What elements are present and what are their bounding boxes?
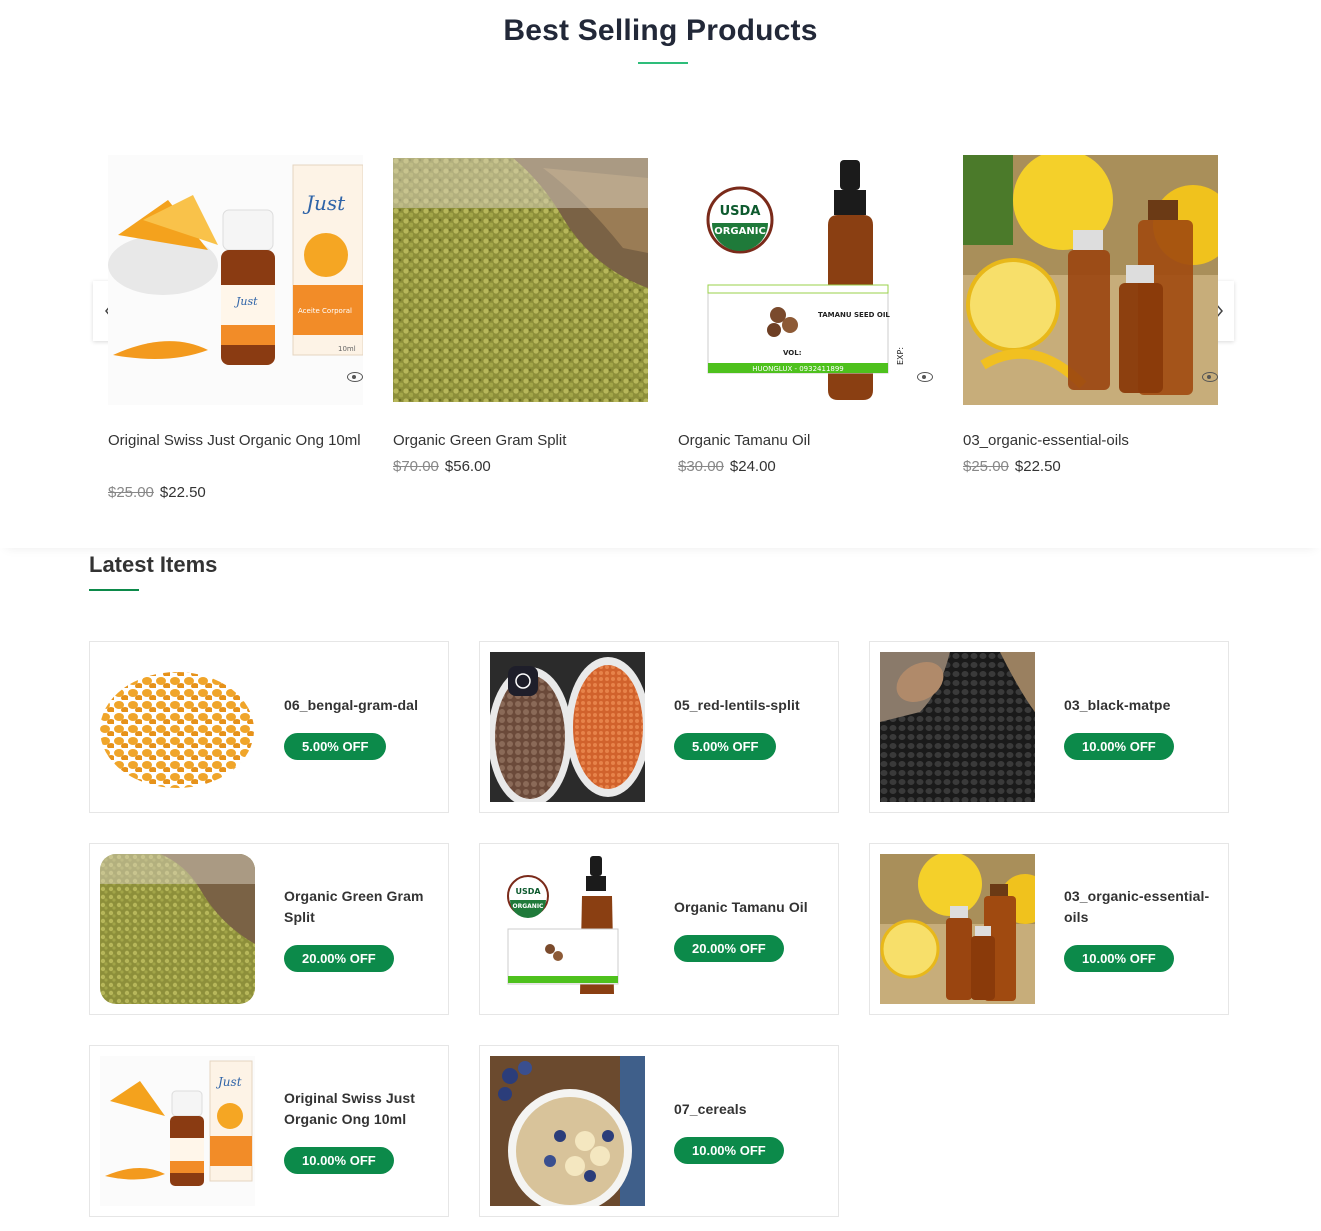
best-selling-section: Best Selling Products Just Aceite Corpor… bbox=[0, 0, 1321, 548]
svg-text:Just: Just bbox=[215, 1075, 242, 1089]
product-image-essential-oils[interactable] bbox=[963, 155, 1218, 405]
old-price: $70.00 bbox=[393, 458, 439, 475]
product-price: $70.00 $56.00 bbox=[393, 458, 648, 475]
latest-item-card[interactable]: Just Original Swiss Just Organic Ong 10m… bbox=[89, 1045, 449, 1217]
latest-item-card[interactable]: 07_cereals 10.00% OFF bbox=[479, 1045, 839, 1217]
old-price: $25.00 bbox=[108, 484, 154, 501]
sale-price: $56.00 bbox=[444, 458, 491, 475]
item-image-essential-oils[interactable] bbox=[880, 854, 1035, 1004]
latest-item-card[interactable]: 03_organic-essential-oils 10.00% OFF bbox=[869, 843, 1229, 1015]
item-name[interactable]: 06_bengal-gram-dal bbox=[284, 695, 439, 716]
item-info: 03_organic-essential-oils 10.00% OFF bbox=[1064, 844, 1219, 1014]
product-name[interactable]: Organic Green Gram Split bbox=[393, 428, 648, 454]
svg-text:10ml: 10ml bbox=[338, 345, 356, 353]
svg-text:TAMANU SEED OIL: TAMANU SEED OIL bbox=[818, 311, 890, 319]
title-underline bbox=[638, 62, 688, 64]
discount-badge: 10.00% OFF bbox=[284, 1147, 394, 1174]
item-name[interactable]: 07_cereals bbox=[674, 1099, 829, 1120]
quick-view-icon[interactable] bbox=[917, 372, 933, 382]
svg-text:VOL:: VOL: bbox=[783, 349, 802, 357]
item-image-cereals[interactable] bbox=[490, 1056, 645, 1206]
discount-badge: 20.00% OFF bbox=[674, 934, 784, 962]
item-image-green-gram[interactable] bbox=[100, 854, 255, 1004]
sale-price: $22.50 bbox=[159, 484, 206, 501]
product-image-just-oil[interactable]: Just Aceite Corporal 10ml Just bbox=[108, 155, 363, 405]
svg-text:USDA: USDA bbox=[515, 887, 541, 896]
product-name[interactable]: Original Swiss Just Organic Ong 10ml bbox=[108, 428, 363, 454]
discount-badge: 10.00% OFF bbox=[674, 1136, 784, 1164]
item-info: Organic Green Gram Split 20.00% OFF bbox=[284, 844, 439, 1014]
product-price: $25.00 $22.50 bbox=[108, 484, 363, 501]
item-info: 05_red-lentils-split 5.00% OFF bbox=[674, 642, 829, 812]
discount-badge: 20.00% OFF bbox=[284, 945, 394, 972]
item-info: 03_black-matpe 10.00% OFF bbox=[1064, 642, 1219, 812]
item-name[interactable]: Original Swiss Just Organic Ong 10ml bbox=[284, 1088, 439, 1130]
discount-badge: 5.00% OFF bbox=[674, 732, 777, 760]
item-name[interactable]: Organic Green Gram Split bbox=[284, 886, 439, 928]
svg-text:ORGANIC: ORGANIC bbox=[714, 226, 766, 237]
svg-text:HUONGLUX - 0932411899: HUONGLUX - 0932411899 bbox=[752, 365, 844, 373]
svg-text:EXP:: EXP: bbox=[896, 347, 905, 365]
svg-text:Just: Just bbox=[302, 191, 346, 215]
item-image-bengal-gram[interactable] bbox=[100, 652, 255, 802]
product-image-tamanu-oil[interactable]: USDA ORGANIC HUONGLUX - 0932411899 TAMAN… bbox=[678, 155, 933, 405]
discount-badge: 10.00% OFF bbox=[1064, 945, 1174, 972]
best-selling-title: Best Selling Products bbox=[503, 14, 818, 47]
item-info: 06_bengal-gram-dal 5.00% OFF bbox=[284, 642, 439, 812]
latest-item-card[interactable]: USDA ORGANIC Organic Tamanu Oil 20.00% O… bbox=[479, 843, 839, 1015]
item-image-black-matpe[interactable] bbox=[880, 652, 1035, 802]
item-image-just-oil[interactable]: Just bbox=[100, 1056, 255, 1206]
product-name[interactable]: Organic Tamanu Oil bbox=[678, 428, 933, 454]
product-name[interactable]: 03_organic-essential-oils bbox=[963, 428, 1218, 454]
discount-badge: 10.00% OFF bbox=[1064, 732, 1174, 760]
item-name[interactable]: 03_black-matpe bbox=[1064, 695, 1219, 716]
product-carousel: Just Aceite Corporal 10ml Just Original … bbox=[108, 150, 1218, 520]
svg-text:Just: Just bbox=[234, 295, 258, 308]
product-price: $25.00 $22.50 bbox=[963, 458, 1218, 475]
item-info: Organic Tamanu Oil 20.00% OFF bbox=[674, 844, 829, 1014]
latest-item-card[interactable]: 06_bengal-gram-dal 5.00% OFF bbox=[89, 641, 449, 813]
product-image-green-gram[interactable] bbox=[393, 158, 648, 402]
item-name[interactable]: Organic Tamanu Oil bbox=[674, 897, 829, 918]
item-info: Original Swiss Just Organic Ong 10ml 10.… bbox=[284, 1046, 439, 1216]
title-underline bbox=[89, 589, 139, 591]
item-image-red-lentils[interactable] bbox=[490, 652, 645, 802]
svg-text:Aceite Corporal: Aceite Corporal bbox=[298, 307, 352, 315]
latest-item-card[interactable]: 05_red-lentils-split 5.00% OFF bbox=[479, 641, 839, 813]
item-image-tamanu-oil[interactable]: USDA ORGANIC bbox=[490, 854, 645, 1004]
item-name[interactable]: 05_red-lentils-split bbox=[674, 695, 829, 716]
old-price: $25.00 bbox=[963, 458, 1009, 475]
latest-item-card[interactable]: Organic Green Gram Split 20.00% OFF bbox=[89, 843, 449, 1015]
sale-price: $24.00 bbox=[729, 458, 776, 475]
quick-view-icon[interactable] bbox=[1202, 372, 1218, 382]
latest-items-title: Latest Items bbox=[89, 552, 218, 577]
product-price: $30.00 $24.00 bbox=[678, 458, 933, 475]
quick-view-icon[interactable] bbox=[347, 372, 363, 382]
svg-text:USDA: USDA bbox=[720, 204, 761, 219]
item-name[interactable]: 03_organic-essential-oils bbox=[1064, 886, 1219, 928]
item-info: 07_cereals 10.00% OFF bbox=[674, 1046, 829, 1216]
discount-badge: 5.00% OFF bbox=[284, 732, 387, 760]
latest-item-card[interactable]: 03_black-matpe 10.00% OFF bbox=[869, 641, 1229, 813]
old-price: $30.00 bbox=[678, 458, 724, 475]
sale-price: $22.50 bbox=[1014, 458, 1061, 475]
svg-text:ORGANIC: ORGANIC bbox=[513, 903, 545, 910]
